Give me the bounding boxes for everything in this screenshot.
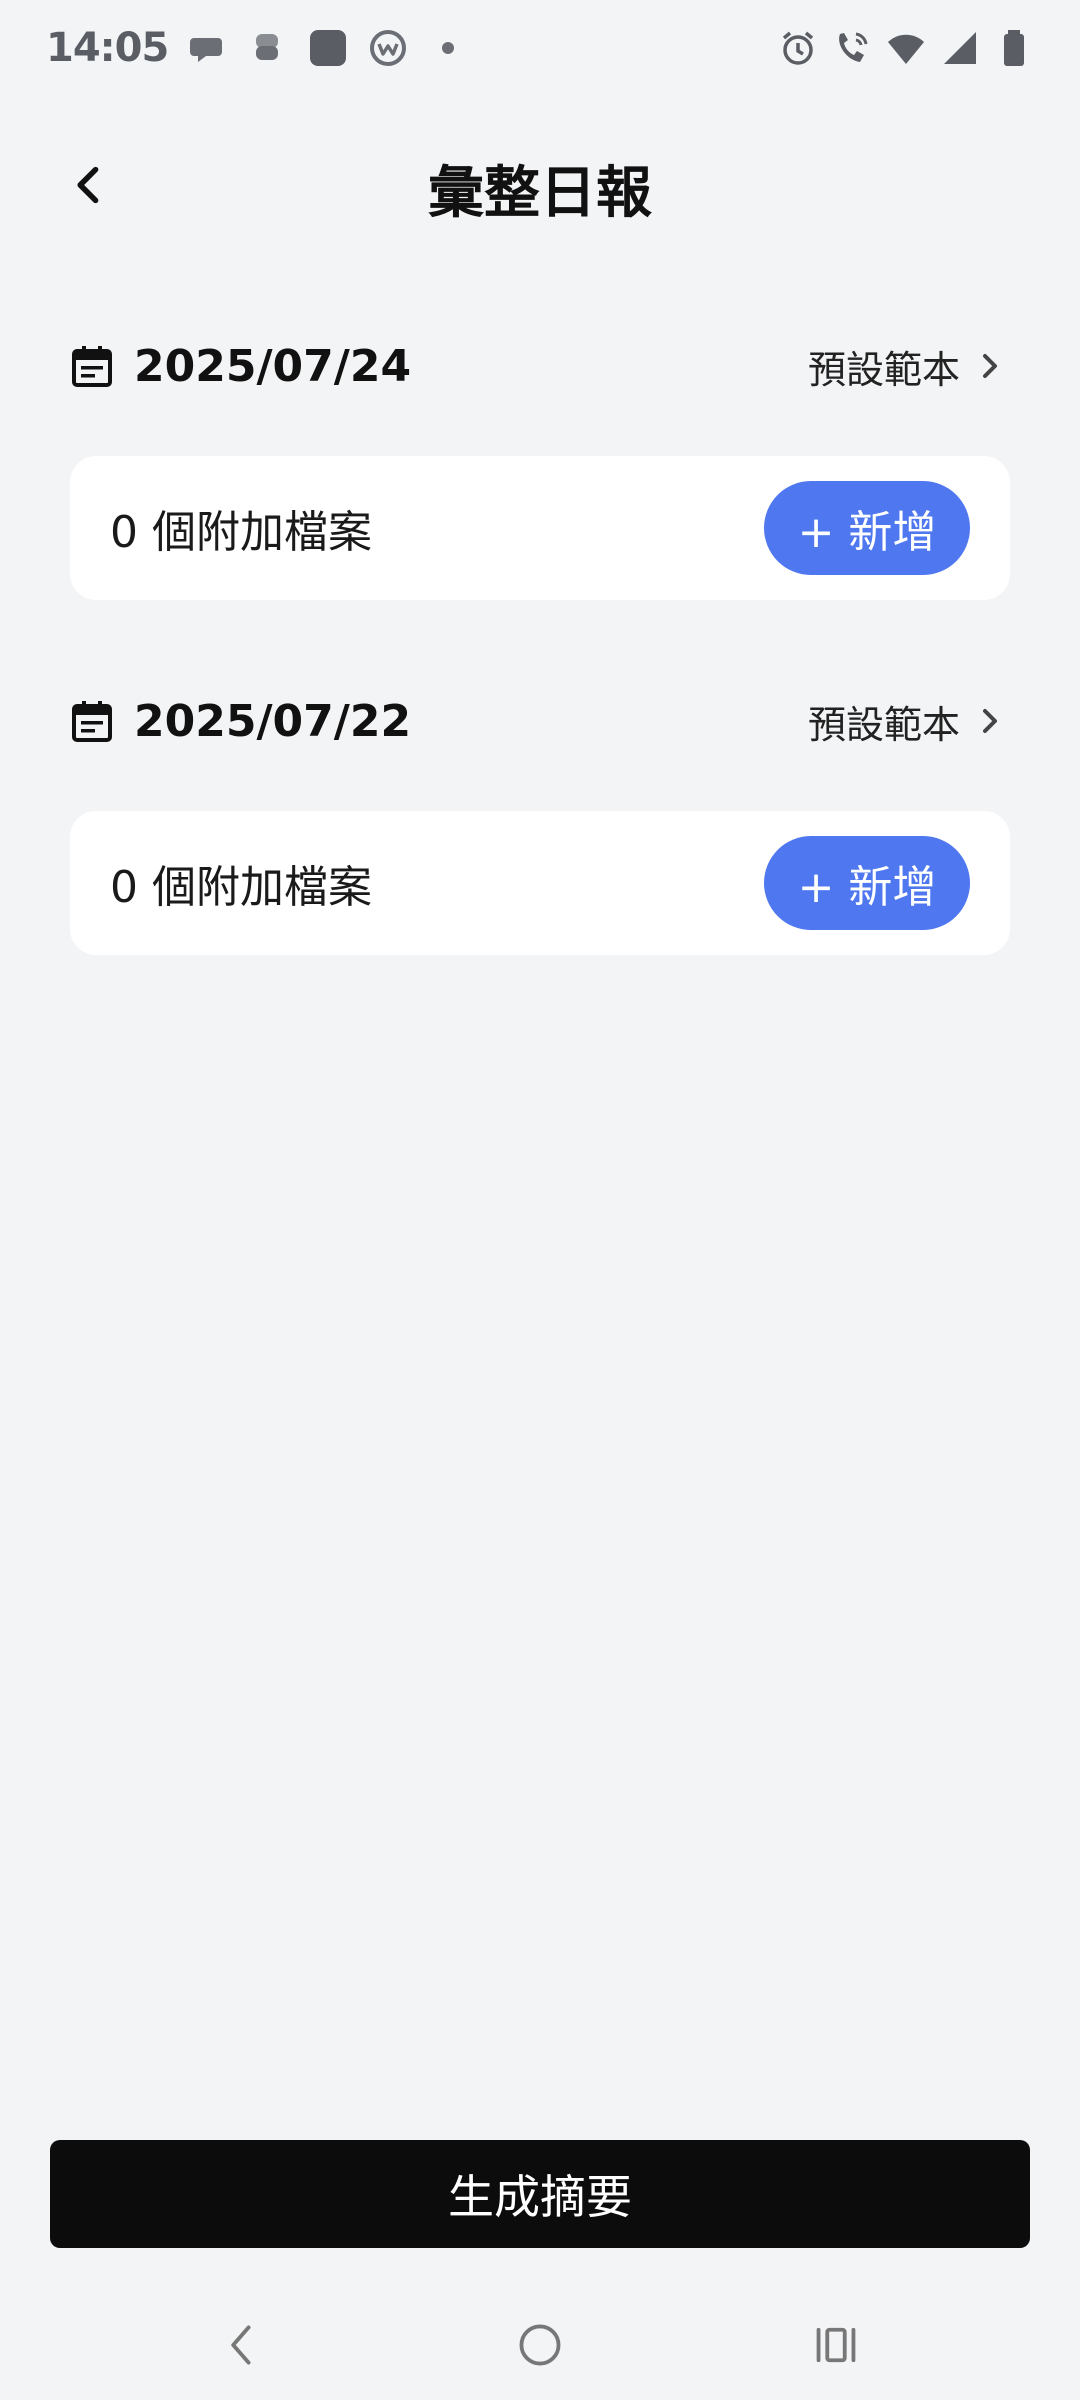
system-nav-bar [0,2290,1080,2400]
chevron-right-icon [983,354,997,378]
report-date: 2025/07/22 [134,695,412,747]
attachments-count: 0 個附加檔案 [110,507,372,558]
nav-back-icon [231,2325,251,2365]
page-title: 彙整日報 [428,161,652,226]
battery-icon [994,28,1034,68]
attachments-card: 0 個附加檔案 + 新增 [70,811,1010,955]
section-header: 2025/07/24 預設範本 [70,326,1010,406]
report-day-section: 2025/07/22 預設範本 0 個附加檔案 + 新增 [70,681,1010,955]
chat-bubble-icon [188,28,228,68]
template-selector[interactable]: 預設範本 [808,339,1010,394]
wifi-icon [886,28,926,68]
section-header: 2025/07/22 預設範本 [70,681,1010,761]
app-square-icon [308,28,348,68]
template-label: 預設範本 [807,347,960,392]
dot-icon [428,28,468,68]
top-bar: 彙整日報 [0,130,1080,240]
alarm-icon [778,28,818,68]
template-label: 預設範本 [807,702,960,747]
nav-recents-button[interactable] [806,2315,866,2375]
layers-icon [248,28,288,68]
nav-home-button[interactable] [510,2315,570,2375]
attachments-card: 0 個附加檔案 + 新增 [70,456,1010,600]
signal-icon [940,28,980,68]
template-selector[interactable]: 預設範本 [808,694,1010,749]
status-bar: 14:05 [0,0,1080,96]
wifi-call-icon [832,28,872,68]
add-attachment-button[interactable]: + 新增 [764,836,970,930]
w-circle-icon [368,28,408,68]
calendar-icon [72,346,112,387]
status-time: 14:05 [46,25,169,71]
add-attachment-button[interactable]: + 新增 [764,481,970,575]
generate-summary-button[interactable]: 生成摘要 [50,2140,1030,2248]
chevron-right-icon [983,709,997,733]
nav-recents-icon [816,2327,856,2363]
nav-back-button[interactable] [212,2315,272,2375]
calendar-icon [72,701,112,742]
report-date: 2025/07/24 [134,340,412,392]
nav-home-icon [519,2324,561,2366]
report-day-section: 2025/07/24 預設範本 0 個附加檔案 + 新增 [70,326,1010,600]
attachments-count: 0 個附加檔案 [110,862,372,913]
